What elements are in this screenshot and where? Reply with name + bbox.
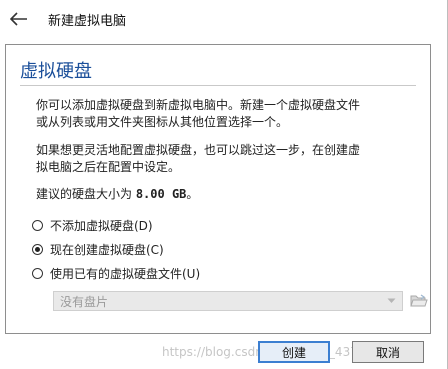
description-line: 拟电脑之后在配置中设定。 <box>36 160 181 174</box>
description-paragraph-1: 你可以添加虚拟硬盘到新虚拟电脑中。新建一个虚拟硬盘文件 或从列表或用文件夹图标从… <box>36 97 416 131</box>
radio-create-disk[interactable]: 现在创建虚拟硬盘(C) <box>32 241 164 258</box>
wizard-window: 新建虚拟电脑 虚拟硬盘 你可以添加虚拟硬盘到新虚拟电脑中。新建一个虚拟硬盘文件 … <box>0 0 448 369</box>
cancel-button[interactable]: 取消 <box>352 341 424 363</box>
description-paragraph-2: 如果想更灵活地配置虚拟硬盘，也可以跳过这一步，在创建虚 拟电脑之后在配置中设定。 <box>36 142 416 176</box>
radio-button-selected[interactable] <box>32 244 43 255</box>
page-title: 虚拟硬盘 <box>20 61 92 82</box>
create-button[interactable]: 创建 <box>258 341 330 363</box>
description-line: 或从列表或用文件夹图标从其他位置选择一个。 <box>36 115 289 129</box>
recommended-size-text: 建议的硬盘大小为 8.00 GB。 <box>36 185 198 202</box>
recommended-size-value: 8.00 GB <box>135 187 187 201</box>
title-divider <box>20 85 416 86</box>
radio-no-disk[interactable]: 不添加虚拟硬盘(D) <box>32 217 153 234</box>
back-button[interactable] <box>6 6 32 32</box>
arrow-left-icon <box>10 12 27 26</box>
folder-open-icon <box>410 294 428 307</box>
recommended-size-prefix: 建议的硬盘大小为 <box>36 187 136 201</box>
recommended-size-suffix: 。 <box>186 187 199 201</box>
radio-button[interactable] <box>32 220 43 231</box>
disk-select-value: 没有盘片 <box>60 294 109 309</box>
description-line: 如果想更灵活地配置虚拟硬盘，也可以跳过这一步，在创建虚 <box>36 143 361 157</box>
content-panel: 虚拟硬盘 你可以添加虚拟硬盘到新虚拟电脑中。新建一个虚拟硬盘文件 或从列表或用文… <box>5 44 431 334</box>
radio-label: 不添加虚拟硬盘(D) <box>50 219 153 233</box>
window-title: 新建虚拟电脑 <box>48 14 127 29</box>
choose-disk-file-button[interactable] <box>409 291 429 311</box>
radio-button[interactable] <box>32 268 43 279</box>
description-line: 你可以添加虚拟硬盘到新虚拟电脑中。新建一个虚拟硬盘文件 <box>36 98 361 112</box>
radio-label: 现在创建虚拟硬盘(C) <box>50 243 164 257</box>
radio-use-existing-disk[interactable]: 使用已有的虚拟硬盘文件(U) <box>32 265 200 282</box>
radio-label: 使用已有的虚拟硬盘文件(U) <box>50 267 201 281</box>
disk-file-select[interactable]: 没有盘片 <box>53 291 403 311</box>
chevron-down-icon <box>387 298 396 303</box>
